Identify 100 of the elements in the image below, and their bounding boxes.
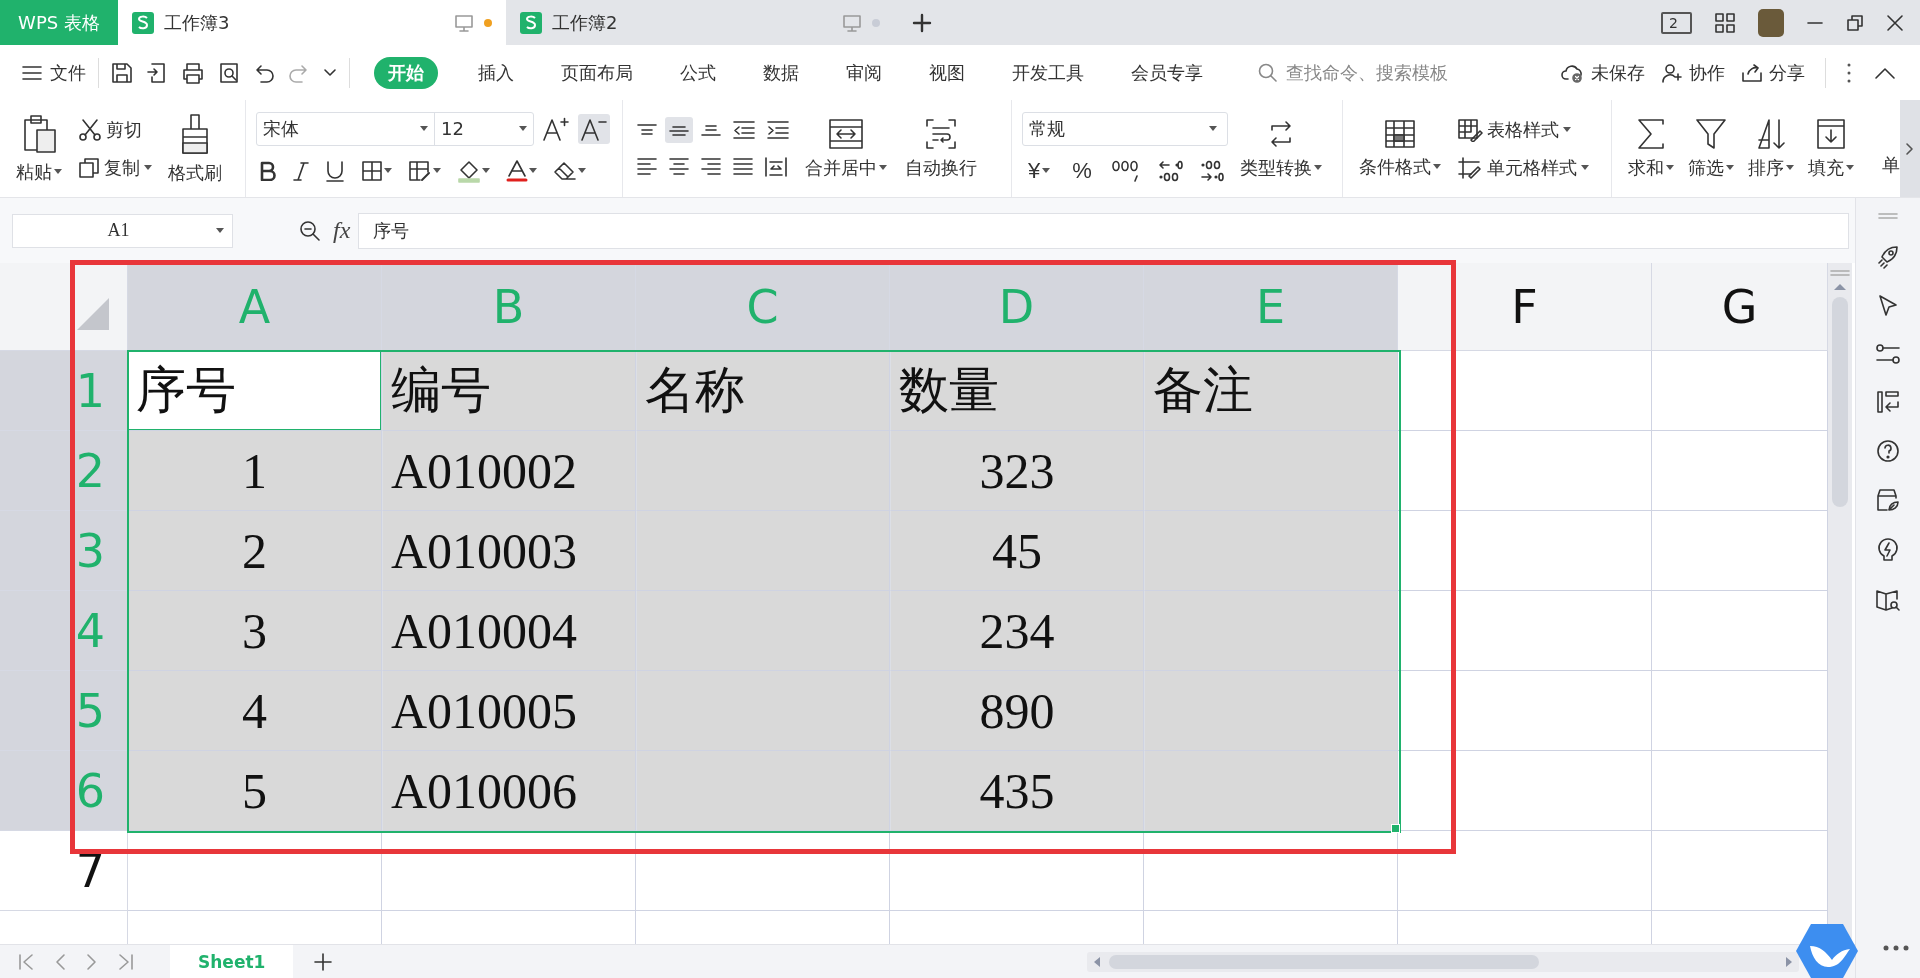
sliders-icon[interactable] — [1875, 343, 1901, 365]
ribbon-tab[interactable]: 插入 — [458, 56, 534, 89]
merge-center-button[interactable]: 合并居中 — [799, 115, 893, 182]
ribbon-tab[interactable]: 数据 — [743, 56, 819, 89]
thousands-icon[interactable] — [1110, 159, 1141, 182]
window-count-badge[interactable]: 2 — [1661, 11, 1692, 34]
table-cell: A010006 — [382, 751, 636, 831]
save-status-button[interactable]: 未保存 — [1553, 60, 1653, 85]
convert-type-button[interactable]: 类型转换 — [1233, 115, 1328, 182]
column-header[interactable]: G — [1652, 263, 1828, 351]
caret-icon — [529, 167, 537, 174]
align-middle-button[interactable] — [665, 116, 693, 143]
ribbon-tab[interactable]: 审阅 — [826, 56, 902, 89]
table-cell: 1 — [128, 431, 382, 511]
more-icon[interactable] — [1882, 944, 1910, 952]
restore-icon[interactable] — [1846, 13, 1864, 32]
decrease-decimal-icon[interactable] — [1198, 158, 1225, 183]
share-button[interactable]: 分享 — [1733, 60, 1813, 85]
scroll-up-icon[interactable] — [1834, 283, 1846, 291]
search-field[interactable]: 查找命令、搜索模板 — [1284, 61, 1488, 84]
save-icon[interactable] — [111, 61, 133, 84]
fill-color-icon[interactable] — [457, 158, 481, 183]
document-arrow-icon[interactable] — [146, 61, 168, 84]
undo-icon[interactable] — [253, 62, 275, 83]
plus-icon[interactable] — [912, 12, 932, 33]
sum-icon — [1636, 117, 1666, 150]
font-color-icon[interactable] — [506, 158, 528, 183]
dropdown-icon[interactable] — [323, 67, 337, 78]
zoom-icon[interactable] — [299, 219, 321, 242]
add-sheet-icon[interactable] — [313, 952, 334, 972]
increase-indent-icon — [766, 119, 790, 140]
eraser-icon[interactable] — [553, 160, 577, 181]
sum-button[interactable]: 求和 — [1622, 115, 1680, 182]
bold-icon[interactable] — [259, 160, 277, 181]
underline-icon[interactable] — [325, 159, 345, 182]
table-cell: 890 — [890, 671, 1144, 751]
sort-button[interactable]: 排序 — [1742, 115, 1800, 182]
ribbon-tab[interactable]: 开发工具 — [992, 56, 1104, 89]
preview-icon[interactable] — [218, 61, 240, 84]
name-box[interactable]: A1 — [12, 213, 233, 248]
list-swap-icon[interactable] — [1876, 390, 1900, 414]
font-shrink-button[interactable] — [578, 113, 610, 144]
cut-button[interactable]: 剪切 — [74, 115, 156, 144]
last-sheet-icon[interactable] — [118, 953, 134, 971]
italic-icon[interactable] — [293, 160, 309, 181]
cursor-icon[interactable] — [1877, 294, 1899, 318]
more-tools-label[interactable]: 单 — [1882, 153, 1900, 177]
copy-button[interactable]: 复制 — [74, 153, 156, 182]
bird-badge-icon[interactable] — [1796, 922, 1858, 978]
table-cell: A010002 — [382, 431, 636, 511]
next-sheet-icon[interactable] — [86, 953, 98, 971]
document-tab[interactable]: 工作簿3 — [118, 0, 506, 45]
book-search-icon[interactable] — [1875, 588, 1901, 612]
lightbulb-icon[interactable] — [1876, 537, 1900, 563]
format-painter-button[interactable]: 格式刷 — [162, 110, 228, 187]
horizontal-scrollbar[interactable] — [1087, 952, 1800, 972]
table-cell: 234 — [890, 591, 1144, 671]
table-cell: 2 — [128, 511, 382, 591]
person-plus-icon — [1661, 62, 1683, 83]
wrap-text-button[interactable]: 自动换行 — [899, 115, 983, 182]
function-button[interactable]: fx — [333, 217, 351, 244]
scroll-right-icon[interactable] — [1785, 957, 1794, 967]
ribbon-tab[interactable]: 会员专享 — [1111, 56, 1223, 89]
fill-button[interactable]: 填充 — [1802, 115, 1860, 182]
close-icon[interactable] — [1886, 13, 1904, 32]
formula-field[interactable]: 序号 — [358, 212, 1850, 249]
caret-icon — [144, 164, 152, 171]
conditional-format-button[interactable]: 条件格式 — [1353, 116, 1447, 181]
document-tab[interactable]: 工作簿2 — [506, 0, 894, 45]
grid-icon[interactable] — [1714, 11, 1736, 34]
store-leaf-icon[interactable] — [1875, 488, 1901, 512]
currency-button[interactable]: ¥ — [1022, 157, 1057, 184]
column-header[interactable]: F — [1398, 263, 1652, 351]
fill-handle[interactable] — [1391, 824, 1400, 833]
rocket-icon[interactable] — [1876, 245, 1900, 269]
ribbon-tab[interactable]: 页面布局 — [541, 56, 653, 89]
borders-icon[interactable] — [361, 159, 383, 182]
scroll-left-icon[interactable] — [1093, 957, 1102, 967]
table-cell: A010003 — [382, 511, 636, 591]
more-icon[interactable] — [1846, 61, 1852, 84]
ribbon-tab[interactable]: 视图 — [909, 56, 985, 89]
percent-button[interactable]: % — [1066, 157, 1098, 184]
cell-style-button[interactable]: 单元格样式 — [1453, 153, 1593, 182]
help-icon[interactable] — [1876, 439, 1900, 463]
file-menu[interactable]: 文件 — [22, 60, 86, 85]
cell-format-icon[interactable] — [408, 159, 432, 182]
filter-button[interactable]: 筛选 — [1682, 115, 1740, 182]
paste-button[interactable]: 粘贴 — [10, 111, 68, 186]
caret-icon — [384, 167, 392, 174]
caret-icon — [1846, 164, 1854, 171]
table-style-button[interactable]: 表格样式 — [1453, 115, 1593, 144]
table-cell: A010004 — [382, 591, 636, 671]
ribbon-tab[interactable]: 公式 — [660, 56, 736, 89]
print-icon[interactable] — [181, 61, 205, 84]
first-sheet-icon[interactable] — [18, 953, 34, 971]
collaborate-button[interactable]: 协作 — [1653, 60, 1733, 85]
previous-sheet-icon[interactable] — [54, 953, 66, 971]
increase-decimal-icon[interactable] — [1156, 158, 1183, 183]
collapse-icon[interactable] — [1874, 65, 1896, 80]
avatar[interactable] — [1758, 8, 1784, 37]
